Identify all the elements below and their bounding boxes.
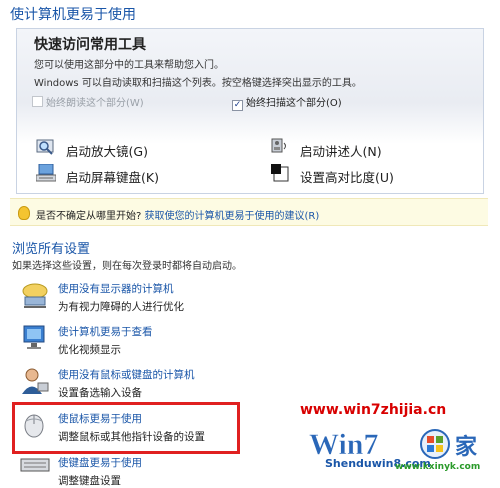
checkbox-box[interactable]	[32, 96, 43, 107]
tip-text: 是否不确定从哪里开始? 获取使您的计算机更易于使用的建议(R)	[36, 207, 319, 222]
start-magnifier-label: 启动放大镜(G)	[66, 144, 148, 159]
watermark-site: www.kxinyk.com	[395, 462, 481, 472]
setting-easier-to-see-desc: 优化视频显示	[58, 344, 121, 356]
always-scan-label: 始终扫描这个部分(O)	[246, 98, 342, 109]
tip-prefix: 是否不确定从哪里开始?	[36, 211, 142, 222]
setting-no-display-title[interactable]: 使用没有显示器的计算机	[58, 281, 174, 296]
user-input-icon	[22, 368, 49, 394]
browse-settings-heading: 浏览所有设置	[12, 242, 91, 257]
setting-keyboard-easier-title[interactable]: 使键盘更易于使用	[58, 455, 142, 470]
setting-easier-to-see-title[interactable]: 使计算机更易于查看	[58, 324, 153, 339]
svg-text:家: 家	[455, 434, 478, 460]
quick-access-heading: 快速访问常用工具	[34, 37, 146, 53]
checkbox-box[interactable]: ✓	[232, 100, 243, 111]
setting-no-display-desc: 为有视力障碍的人进行优化	[58, 301, 184, 313]
quick-access-description-2: Windows 可以自动读取和扫描这个列表。按空格键选择突出显示的工具。	[34, 78, 362, 89]
onscreen-keyboard-icon	[36, 164, 56, 182]
setting-keyboard-easier-desc: 调整键盘设置	[58, 475, 121, 487]
setting-no-mouse-keyboard-desc: 设置备选输入设备	[58, 387, 142, 399]
lightbulb-icon	[18, 206, 30, 220]
page-title: 使计算机更易于使用	[10, 7, 136, 23]
high-contrast-icon	[271, 164, 289, 182]
magnifier-icon	[36, 139, 54, 155]
no-display-icon	[22, 283, 48, 308]
browse-settings-description: 如果选择这些设置，则在每次登录时都将自动启动。	[12, 261, 242, 272]
setting-no-mouse-keyboard-title[interactable]: 使用没有鼠标或键盘的计算机	[58, 367, 195, 382]
watermark-url: www.win7zhijia.cn	[300, 402, 447, 418]
monitor-icon	[23, 325, 45, 349]
highlight-box	[12, 402, 240, 454]
always-read-label: 始终朗读这个部分(W)	[46, 98, 144, 109]
start-onscreen-keyboard-label: 启动屏幕键盘(K)	[66, 170, 159, 185]
start-narrator-label: 启动讲述人(N)	[300, 144, 382, 159]
quick-access-description: 您可以使用这部分中的工具来帮助您入门。	[34, 60, 224, 71]
always-read-checkbox[interactable]: 始终朗读这个部分(W)	[32, 94, 144, 109]
get-recommendations-link[interactable]: 获取使您的计算机更易于使用的建议(R)	[145, 211, 320, 222]
set-high-contrast-label: 设置高对比度(U)	[300, 170, 394, 185]
always-scan-checkbox[interactable]: ✓ 始终扫描这个部分(O)	[232, 94, 342, 111]
narrator-icon	[271, 138, 286, 153]
